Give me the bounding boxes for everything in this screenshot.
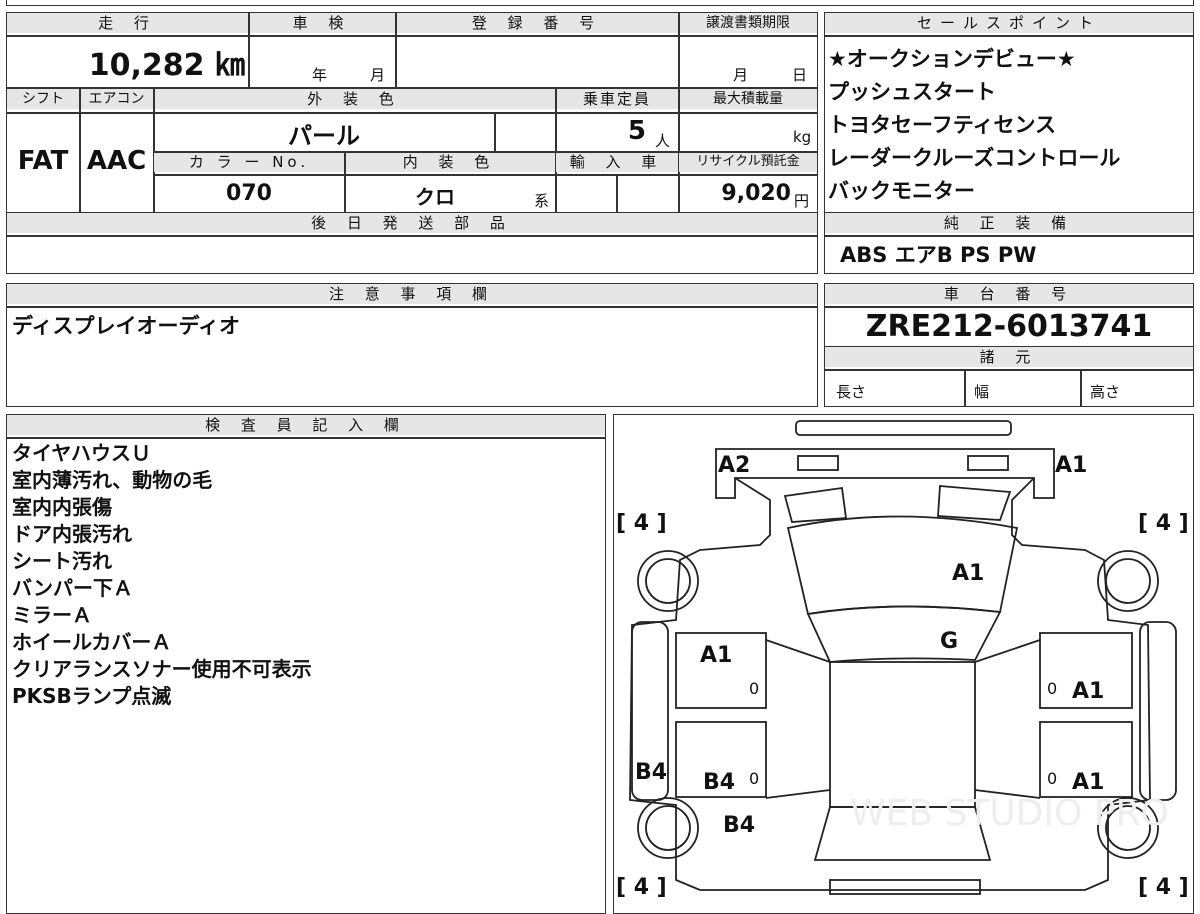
inspector-item: ミラーＡ [12, 603, 92, 627]
mark-left-front-door: A1 [700, 643, 732, 668]
left-headlamp-shape [797, 455, 839, 471]
sales-point-item: プッシュスタート [828, 80, 996, 104]
zero-mark: 0 [749, 679, 759, 698]
interior-color-suffix: 系 [534, 192, 550, 210]
recycle-label: リサイクル預託金 [679, 152, 817, 172]
transfer-month-unit: 月 [733, 66, 749, 84]
front-bumper-shape [795, 420, 1012, 436]
recycle-unit: 円 [794, 192, 810, 210]
inspector-item: 室内内張傷 [12, 495, 112, 519]
chassis-value: ZRE212-6013741 [865, 309, 1153, 344]
front-left-tire-inner [645, 558, 691, 604]
inspector-item: 室内薄汚れ、動物の毛 [12, 468, 213, 492]
sales-point-item: トヨタセーフティセンス [828, 113, 1057, 137]
zero-mark: 0 [1047, 769, 1057, 788]
inspector-item: ドア内張汚れ [12, 522, 132, 546]
windshield-shape [806, 605, 1002, 663]
mark-left-rear-fender: B4 [723, 813, 755, 838]
inspector-item: タイヤハウスＵ [12, 441, 151, 465]
front-right-tire-inner [1105, 558, 1151, 604]
right-headlamp-shape [967, 455, 1009, 471]
inspector-label: 検 査 員 記 入 欄 [7, 415, 605, 435]
zero-mark: 0 [749, 769, 759, 788]
capacity-label: 乗車定員 [556, 89, 678, 109]
exterior-color-label: 外 装 色 [154, 89, 555, 109]
tire-mark-fr: [ 4 ] [1138, 511, 1189, 536]
rear-bumper-shape [829, 879, 981, 895]
aircon-value: AAC [86, 146, 147, 176]
inspector-item: シート汚れ [12, 549, 112, 573]
inspection-label: 車 検 [249, 13, 395, 33]
mark-right-rear-door: A1 [1072, 770, 1104, 795]
zero-mark: 0 [1047, 679, 1057, 698]
inspector-item: PKSBランプ点滅 [12, 684, 172, 708]
genuine-equipment-value: ABS エアB PS PW [840, 243, 1037, 267]
spec-length-label: 長さ [836, 383, 867, 401]
spec-width-label: 幅 [974, 383, 990, 401]
recycle-value: 9,020 [721, 181, 791, 206]
front-right-tire-shape [1097, 550, 1159, 612]
max-load-unit: kg [793, 128, 812, 146]
inspection-month-unit: 月 [370, 66, 386, 84]
tire-mark-rl: [ 4 ] [616, 875, 667, 900]
specs-label: 諸 元 [825, 347, 1193, 367]
color-no-value: 070 [226, 181, 272, 206]
mark-front-right: A1 [1055, 453, 1087, 478]
shift-value: FAT [17, 146, 69, 176]
import-label: 輸 入 車 [556, 152, 678, 172]
mark-hood: A1 [952, 561, 984, 586]
sales-point-item: バックモニター [828, 179, 975, 203]
inspector-item: バンパー下Ａ [12, 576, 133, 600]
interior-color-label: 内 装 色 [345, 152, 555, 172]
roof-shape [829, 661, 976, 808]
exterior-color-value: パール [288, 122, 360, 150]
rear-left-tire-shape [637, 797, 699, 859]
later-parts-label: 後 日 発 送 部 品 [7, 213, 817, 233]
mileage-label: 走 行 [7, 13, 248, 33]
spec-height-label: 高さ [1090, 383, 1121, 401]
shift-label: シフト [7, 89, 79, 109]
notes-label: 注 意 事 項 欄 [7, 284, 817, 304]
registration-label: 登 録 番 号 [396, 13, 678, 33]
mark-front-left: A2 [718, 453, 750, 478]
tire-mark-rr: [ 4 ] [1138, 875, 1189, 900]
inspection-year-unit: 年 [312, 66, 328, 84]
mileage-value: 10,282 ㎞ [88, 48, 245, 83]
mark-right-front-door: A1 [1072, 679, 1104, 704]
genuine-equipment-label: 純 正 装 備 [825, 213, 1193, 233]
aircon-label: エアコン [80, 89, 153, 109]
top-strip [6, 0, 1194, 6]
max-load-label: 最大積載量 [679, 89, 817, 109]
rear-left-tire-inner [645, 805, 691, 851]
chassis-label: 車 台 番 号 [825, 284, 1193, 304]
inspector-item: クリアランスソナー使用不可表示 [12, 657, 312, 681]
sales-point-item: レーダークルーズコントロール [828, 146, 1121, 170]
notes-text: ディスプレイオーディオ [12, 314, 241, 338]
interior-color-value: クロ [415, 185, 455, 209]
capacity-value: 5 [627, 116, 646, 146]
mark-windshield: G [940, 629, 958, 654]
mark-left-rear-door: B4 [703, 770, 735, 795]
capacity-unit: 人 [655, 132, 671, 150]
inspector-item: ホイールカバーＡ [12, 630, 172, 654]
color-no-label: カ ラ ー No. [154, 152, 344, 172]
tire-mark-fl: [ 4 ] [616, 511, 667, 536]
front-left-tire-shape [637, 550, 699, 612]
transfer-deadline-label: 譲渡書類期限 [679, 13, 817, 33]
watermark: WEB STUDIO PRO [850, 793, 1169, 834]
sales-point-item: ★オークションデビュー★ [828, 47, 1076, 71]
transfer-day-unit: 日 [792, 66, 808, 84]
car-diagram: WEB STUDIO PRO [ 4 ] [ 4 ] [ 4 ] [ 4 ] A… [616, 420, 1189, 900]
mark-left-rocker: B4 [635, 760, 667, 785]
right-rocker-shape [1139, 621, 1177, 801]
sales-points-label: セールスポイント [825, 13, 1193, 33]
